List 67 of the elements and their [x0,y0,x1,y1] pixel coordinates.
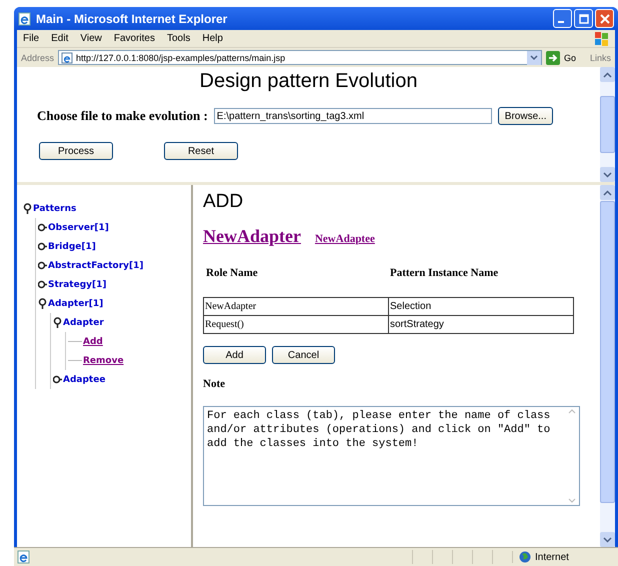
browser-page-icon [18,12,32,26]
minimize-icon [558,20,564,22]
close-button[interactable] [595,9,614,28]
tree-link[interactable]: Remove [83,356,124,366]
table-cell: NewAdapter [204,298,388,316]
pin-right-icon[interactable] [38,222,47,233]
minimize-button[interactable] [553,9,572,28]
pin-down-icon[interactable] [38,298,47,309]
right-arrow-icon [546,50,560,64]
tree-item[interactable]: AbstractFactory[1] [48,260,144,270]
scrollbar[interactable] [600,67,615,182]
tree-item[interactable]: Bridge[1] [48,242,96,252]
tree-item[interactable]: Adaptee [63,374,106,384]
column-header: Role Name [206,267,259,279]
page-icon [17,550,31,564]
pin-down-icon[interactable] [23,203,32,214]
table-cell: sortStrategy [388,316,574,334]
tree-item[interactable]: Adapter [63,318,104,328]
dropdown-icon[interactable] [526,50,541,64]
menu-item[interactable]: View [80,33,102,44]
address-label: Address [21,52,54,62]
scroll-down-icon[interactable] [600,167,615,182]
links-label[interactable]: Links [590,52,611,62]
address-field[interactable]: http://127.0.0.1:8080/jsp-examples/patterns/main.jsp [58,50,542,65]
maximize-button[interactable] [574,9,593,28]
close-icon [600,14,610,24]
class-tab-link[interactable]: NewAdaptee [314,233,375,245]
zone-label: Internet [535,552,569,562]
window-title: Main - Microsoft Internet Explorer [36,12,228,26]
tree-item[interactable]: Adapter[1] [48,298,104,308]
go-button[interactable]: Go [546,50,576,64]
menu-item[interactable]: File [23,33,40,44]
form-button[interactable]: Process [39,142,113,160]
file-label: Choose file to make evolution : [37,108,208,124]
maximize-icon [578,14,588,24]
note-label: Note [203,378,226,390]
scrollbar[interactable] [600,185,615,547]
scroll-down-icon[interactable] [600,532,615,547]
pin-right-icon[interactable] [53,374,62,385]
pin-right-icon[interactable] [38,241,47,252]
section-heading: ADD [203,191,244,213]
tree-item[interactable]: Patterns [33,204,76,214]
pin-right-icon[interactable] [38,279,47,290]
menu-item[interactable]: Help [202,33,223,44]
globe-icon [519,551,531,563]
file-path-field[interactable]: E:\pattern_trans\sorting_tag3.xml [214,108,492,124]
pin-down-icon[interactable] [53,317,62,328]
pin-right-icon[interactable] [38,260,47,271]
form-button[interactable]: Add [203,346,266,364]
form-button[interactable]: Reset [164,142,238,160]
table-cell: Request() [204,316,388,334]
browse-button[interactable]: Browse... [498,107,554,125]
table-cell: Selection [388,298,574,316]
scroll-up-icon[interactable] [600,185,615,200]
tree-item[interactable]: Observer[1] [48,222,109,232]
menu-item[interactable]: Tools [166,33,190,44]
menu-item[interactable]: Edit [51,33,68,44]
column-header: Pattern Instance Name [390,267,500,279]
tree-link[interactable]: Add [83,336,103,346]
tree-item[interactable]: Strategy[1] [48,280,106,290]
page-icon [61,52,74,64]
form-button[interactable]: Cancel [272,346,335,364]
scroll-up-icon[interactable] [600,67,615,82]
windows-flag-icon [593,30,611,46]
menu-item[interactable]: Favorites [114,33,155,44]
page-heading: Design pattern Evolution [198,70,418,93]
class-tab-link[interactable]: NewAdapter [203,226,301,247]
